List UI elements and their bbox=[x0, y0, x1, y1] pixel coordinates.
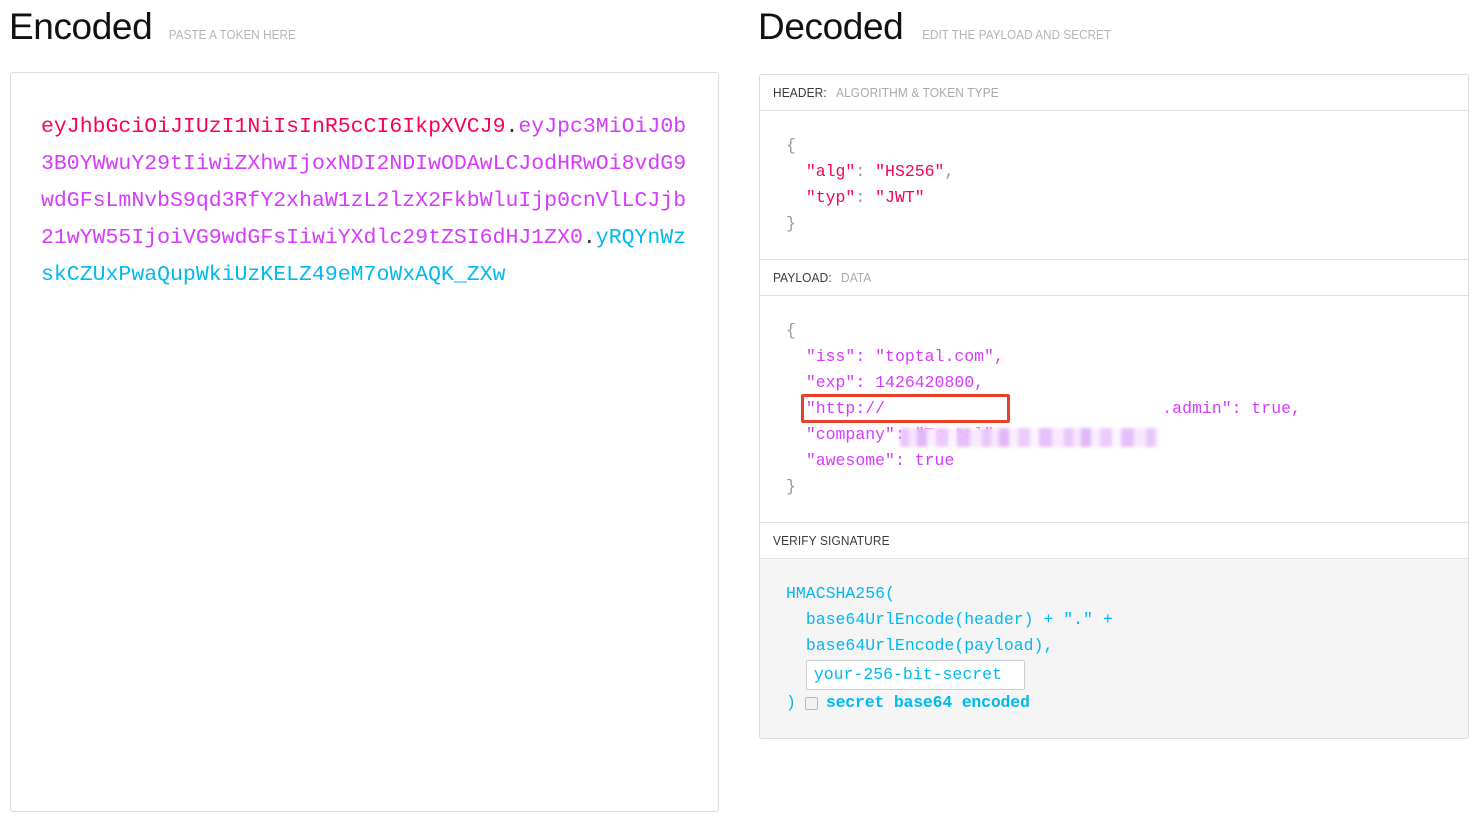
payload-sep-company: : bbox=[894, 425, 915, 444]
secret-base64-checkbox[interactable] bbox=[804, 696, 818, 710]
hmac-function-name: HMACSHA256( bbox=[786, 584, 895, 603]
signature-line-header: base64UrlEncode(header) + "." + bbox=[805, 610, 1113, 629]
payload-open-brace: { bbox=[786, 321, 796, 340]
signature-close-paren: ) bbox=[786, 693, 796, 712]
payload-section-label: PAYLOAD: bbox=[773, 270, 832, 285]
payload-comma-exp: , bbox=[974, 373, 985, 392]
signature-body: HMACSHA256( base64UrlEncode(header) + ".… bbox=[760, 559, 1468, 738]
signature-line-payload: base64UrlEncode(payload), bbox=[805, 636, 1054, 655]
payload-key-exp: "exp" bbox=[805, 373, 856, 392]
header-open-brace: { bbox=[786, 136, 796, 155]
decoded-panel: HEADER: ALGORITHM & TOKEN TYPE { "alg": … bbox=[759, 74, 1469, 739]
section-label-signature: VERIFY SIGNATURE bbox=[760, 522, 1468, 559]
header-close-brace: } bbox=[786, 214, 796, 233]
payload-value-awesome: true bbox=[914, 451, 955, 470]
token-header-segment: eyJhbGciOiJIUzI1NiIsInR5cCI6IkpXVCJ9 bbox=[41, 115, 506, 139]
secret-base64-label[interactable]: secret base64 encoded bbox=[826, 690, 1030, 716]
encoded-heading: Encoded PASTE A TOKEN HERE bbox=[9, 8, 301, 45]
section-label-payload: PAYLOAD: DATA bbox=[760, 259, 1468, 296]
header-json-body[interactable]: { "alg": "HS256", "typ": "JWT" } bbox=[760, 111, 1468, 259]
header-section-label: HEADER: bbox=[773, 85, 827, 100]
secret-input[interactable] bbox=[805, 660, 1025, 690]
payload-value-url-admin: : true, bbox=[1231, 399, 1301, 418]
encoded-token-panel[interactable]: eyJhbGciOiJIUzI1NiIsInR5cCI6IkpXVCJ9.eyJ… bbox=[10, 72, 719, 812]
payload-json-body[interactable]: { "iss": "toptal.com", "exp": 1426420800… bbox=[760, 296, 1468, 522]
payload-value-company: "Toptal" bbox=[914, 425, 994, 444]
payload-key-awesome: "awesome" bbox=[805, 451, 895, 470]
decoded-heading: Decoded EDIT THE PAYLOAD AND SECRET bbox=[758, 8, 1119, 45]
payload-value-exp: 1426420800 bbox=[875, 373, 975, 392]
payload-sep-iss: : bbox=[855, 347, 876, 366]
payload-key-company: "company" bbox=[805, 425, 895, 444]
encoded-title: Encoded bbox=[9, 6, 153, 47]
header-sep-typ: : bbox=[855, 188, 876, 207]
token-dot-1: . bbox=[505, 115, 519, 139]
header-key-alg: "alg" bbox=[805, 162, 856, 181]
header-value-typ: "JWT" bbox=[875, 188, 925, 207]
token-dot-2: . bbox=[582, 226, 596, 250]
payload-comma-company: , bbox=[993, 425, 1004, 444]
header-section-sublabel: ALGORITHM & TOKEN TYPE bbox=[835, 85, 999, 100]
payload-key-url-prefix: "http:// bbox=[805, 399, 886, 418]
payload-key-iss: "iss" bbox=[805, 347, 856, 366]
decoded-title: Decoded bbox=[758, 6, 904, 47]
section-label-header: HEADER: ALGORITHM & TOKEN TYPE bbox=[760, 75, 1468, 111]
payload-comma-iss: , bbox=[993, 347, 1004, 366]
payload-sep-awesome: : bbox=[894, 451, 915, 470]
header-key-typ: "typ" bbox=[805, 188, 856, 207]
encoded-token-text[interactable]: eyJhbGciOiJIUzI1NiIsInR5cCI6IkpXVCJ9.eyJ… bbox=[41, 109, 690, 294]
header-sep-alg: : bbox=[855, 162, 876, 181]
base64-encoded-row: ) secret base64 encoded bbox=[786, 690, 1468, 716]
payload-sep-exp: : bbox=[855, 373, 876, 392]
payload-close-brace: } bbox=[786, 477, 796, 496]
signature-section-label: VERIFY SIGNATURE bbox=[773, 533, 890, 548]
decoded-subtitle: EDIT THE PAYLOAD AND SECRET bbox=[922, 28, 1112, 42]
payload-section-sublabel: DATA bbox=[840, 270, 872, 285]
encoded-subtitle: PASTE A TOKEN HERE bbox=[169, 28, 297, 42]
payload-value-iss: "toptal.com" bbox=[875, 347, 994, 366]
payload-key-url-suffix: .admin" bbox=[1162, 399, 1232, 418]
header-value-alg: "HS256" bbox=[875, 162, 945, 181]
header-comma-alg: , bbox=[944, 162, 955, 181]
